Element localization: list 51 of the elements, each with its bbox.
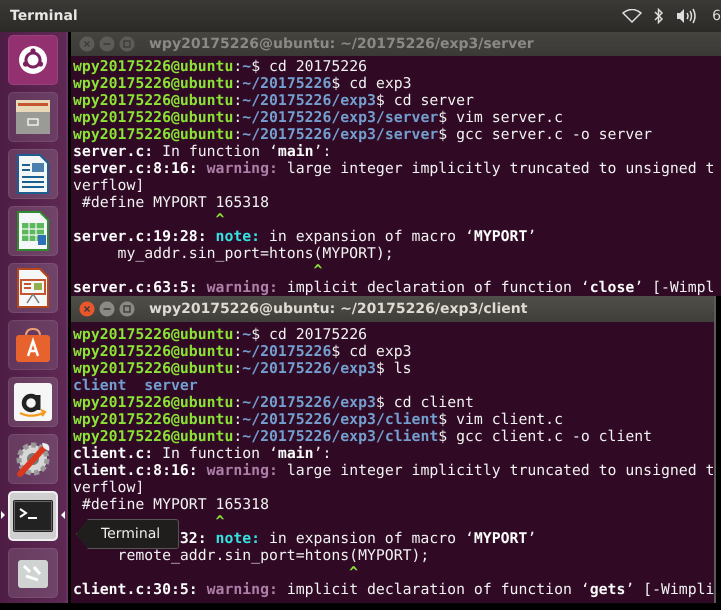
terminal-line: wpy20175226@ubuntu:~/20175226/exp3$ cd server — [73, 92, 474, 109]
terminal-line: ^ — [312, 262, 322, 279]
terminal-line: 32: note: in expansion of macro ‘MYPORT’ — [180, 530, 536, 547]
terminal-line: server.c:8:16: warning: large integer implicitly truncated to unsigned t — [73, 160, 714, 177]
spreadsheet-icon[interactable] — [8, 206, 58, 256]
tooltip: Terminal — [76, 519, 180, 549]
terminal-line: verflow] — [73, 177, 144, 194]
bluetooth-icon[interactable] — [654, 8, 664, 24]
terminal-line: client.c: In function ‘main’: — [73, 445, 332, 462]
terminal-line: ^ — [214, 513, 224, 530]
terminal-line: wpy20175226@ubuntu:~$ cd 20175226 — [73, 326, 368, 343]
wifi-icon[interactable] — [622, 9, 642, 23]
terminal-line: wpy20175226@ubuntu:~/20175226/exp3/client$ gcc client.c -o client — [73, 428, 652, 445]
window-title: wpy20175226@ubuntu: ~/20175226/exp3/client — [149, 301, 528, 317]
terminal-line: my_addr.sin_port=htons(MYPORT); — [116, 245, 394, 262]
terminal-line: wpy20175226@ubuntu:~/20175226$ cd exp3 — [73, 343, 412, 360]
window-title: wpy20175226@ubuntu: ~/20175226/exp3/server — [149, 36, 534, 52]
trash-icon[interactable] — [8, 548, 58, 598]
terminal-line: wpy20175226@ubuntu:~/20175226/exp3$ cd client — [73, 394, 474, 411]
document-icon[interactable] — [8, 148, 58, 198]
terminal-line: server.c: In function ‘main’: — [73, 143, 332, 160]
volume-icon[interactable] — [676, 8, 698, 24]
minimize-button[interactable] — [99, 301, 115, 317]
terminal-icon[interactable] — [8, 490, 58, 540]
wrench-gear-icon[interactable] — [8, 434, 58, 484]
terminal-line: remote_addr.sin_port=htons(MYPORT); — [116, 547, 430, 564]
terminal-line: #define MYPORT 165318 — [80, 496, 269, 513]
terminal-line: wpy20175226@ubuntu:~/20175226/exp3/server$ gcc server.c -o server — [73, 126, 652, 143]
app-title: Terminal — [10, 8, 78, 24]
terminal-line: wpy20175226@ubuntu:~$ cd 20175226 — [73, 58, 368, 75]
terminal-line: ^ — [214, 211, 224, 228]
presentation-icon[interactable] — [8, 262, 58, 312]
terminal-line: wpy20175226@ubuntu:~/20175226$ cd exp3 — [73, 75, 412, 92]
shopping-bag-icon[interactable] — [8, 320, 58, 370]
terminal-line: server.c:19:28: note: in expansion of macro ‘MYPORT’ — [73, 228, 536, 245]
terminal-line: ^ — [348, 564, 358, 581]
terminal-line: verflow] — [73, 479, 144, 496]
terminal-line: #define MYPORT 165318 — [80, 194, 269, 211]
running-indicator-icon — [61, 511, 65, 519]
terminal-line: server.c:63:5: warning: implicit declaration of function ‘close’ [-Wimpl — [73, 279, 714, 296]
drawer-icon[interactable] — [8, 92, 58, 142]
terminal-line: wpy20175226@ubuntu:~/20175226/exp3/client$ vim client.c — [73, 411, 563, 428]
terminal-line: client.c:30:5: warning: implicit declaration of function ‘gets’ [-Wimpli — [73, 581, 714, 598]
circle-logo-icon[interactable] — [8, 34, 58, 84]
clock-text[interactable]: 6 — [710, 8, 721, 24]
close-button[interactable] — [79, 301, 95, 317]
terminal-line: client.c:8:16: warning: large integer implicitly truncated to unsigned t — [73, 462, 714, 479]
terminal-line: wpy20175226@ubuntu:~/20175226/exp3/server$ vim server.c — [73, 109, 563, 126]
terminal-line: client server — [73, 377, 198, 394]
maximize-button[interactable] — [119, 301, 135, 317]
terminal-line: wpy20175226@ubuntu:~/20175226/exp3$ ls — [73, 360, 412, 377]
